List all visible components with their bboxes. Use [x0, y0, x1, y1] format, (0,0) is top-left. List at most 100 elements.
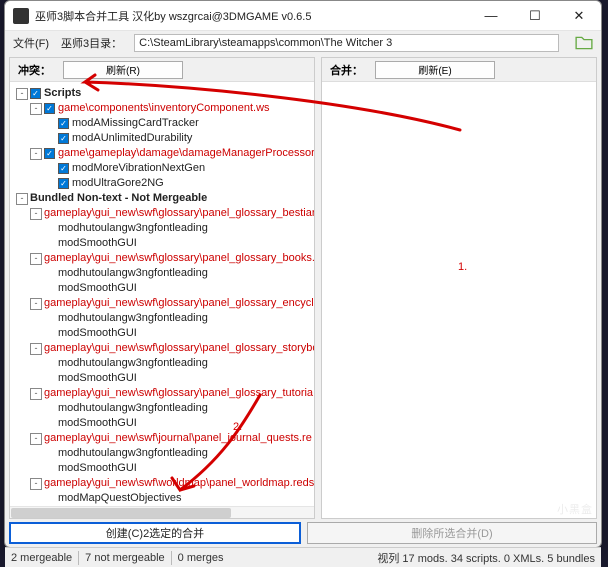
minimize-button[interactable]: — [469, 1, 513, 30]
tree-node[interactable]: -gameplay\gui_new\swf\glossary\panel_glo… [12, 251, 312, 266]
checkbox[interactable] [44, 148, 55, 159]
checkbox[interactable] [58, 133, 69, 144]
tree-node[interactable]: modhutoulangw3ngfontleading [12, 311, 312, 326]
expand-icon[interactable]: - [30, 253, 42, 265]
checkbox[interactable] [58, 163, 69, 174]
expand-icon [44, 328, 56, 340]
expand-icon[interactable]: - [30, 388, 42, 400]
tree-label: modhutoulangw3ngfontleading [58, 401, 208, 416]
status-bar: 2 mergeable 7 not mergeable 0 merges 视列 … [5, 547, 601, 567]
tree-label: gameplay\gui_new\swf\glossary\panel_glos… [44, 386, 313, 401]
merges-header: 合并： [330, 62, 363, 78]
expand-icon [44, 358, 56, 370]
expand-icon[interactable]: - [16, 88, 28, 100]
tree-node[interactable]: modUltraGore2NG [12, 176, 312, 191]
expand-icon[interactable]: - [30, 148, 42, 160]
tree-label: modSmoothGUI [58, 461, 137, 476]
checkbox[interactable] [58, 178, 69, 189]
tree-label: modAMissingCardTracker [72, 116, 199, 131]
tree-node[interactable]: modSmoothGUI [12, 416, 312, 431]
checkbox[interactable] [58, 118, 69, 129]
expand-icon [44, 313, 56, 325]
refresh-conflicts-button[interactable]: 刷新(R) [63, 61, 183, 79]
maximize-button[interactable]: ☐ [513, 1, 557, 30]
conflicts-tree[interactable]: -Scripts-game\components\inventoryCompon… [10, 82, 314, 506]
expand-icon[interactable]: - [30, 103, 42, 115]
tree-node[interactable]: modMapQuestObjectives [12, 491, 312, 506]
tree-node[interactable]: -gameplay\gui_new\swf\worldmap\panel_wor… [12, 476, 312, 491]
tree-node[interactable]: modSmoothGUI [12, 281, 312, 296]
tree-node[interactable]: modhutoulangw3ngfontleading [12, 401, 312, 416]
expand-icon[interactable]: - [30, 298, 42, 310]
expand-icon[interactable]: - [30, 478, 42, 490]
expand-icon [44, 403, 56, 415]
tree-node[interactable]: modSmoothGUI [12, 236, 312, 251]
app-icon [13, 8, 29, 24]
tree-node[interactable]: modhutoulangw3ngfontleading [12, 356, 312, 371]
delete-merge-button: 删除所选合并(D) [307, 522, 597, 544]
tree-node[interactable]: modSmoothGUI [12, 371, 312, 386]
merges-panel: 合并： 刷新(E) [321, 57, 597, 519]
tree-node[interactable]: modhutoulangw3ngfontleading [12, 266, 312, 281]
tree-node[interactable]: modSmoothGUI [12, 326, 312, 341]
close-button[interactable]: ✕ [557, 1, 601, 30]
tree-node[interactable]: modhutoulangw3ngfontleading [12, 446, 312, 461]
tree-node[interactable]: -gameplay\gui_new\swf\glossary\panel_glo… [12, 206, 312, 221]
conflicts-header: 冲突： [18, 62, 51, 78]
tree-label: gameplay\gui_new\swf\journal\panel_journ… [44, 431, 312, 446]
checkbox[interactable] [44, 103, 55, 114]
tree-label: Bundled Non-text - Not Mergeable [30, 191, 207, 206]
expand-icon[interactable]: - [16, 193, 28, 205]
tree-node[interactable]: -gameplay\gui_new\swf\journal\panel_jour… [12, 431, 312, 446]
create-merge-button[interactable]: 创建(C)2选定的合并 [9, 522, 301, 544]
expand-icon [44, 178, 56, 190]
status-merges: 0 merges [178, 552, 224, 564]
path-input[interactable]: C:\SteamLibrary\steamapps\common\The Wit… [134, 34, 559, 52]
tree-node[interactable]: modAMissingCardTracker [12, 116, 312, 131]
expand-icon[interactable]: - [30, 343, 42, 355]
expand-icon [44, 268, 56, 280]
tree-node[interactable]: modAUnlimitedDurability [12, 131, 312, 146]
tree-label: modAUnlimitedDurability [72, 131, 192, 146]
dir-label: 巫师3目录： [61, 35, 122, 51]
tree-label: modhutoulangw3ngfontleading [58, 266, 208, 281]
tree-node[interactable]: modMoreVibrationNextGen [12, 161, 312, 176]
tree-node[interactable]: - game\gameplay\damage\damageManagerProce… [12, 146, 312, 161]
tree-label: modUltraGore2NG [72, 176, 164, 191]
tree-label: modhutoulangw3ngfontleading [58, 311, 208, 326]
merges-tree[interactable] [322, 82, 596, 518]
refresh-merges-button[interactable]: 刷新(E) [375, 61, 495, 79]
tree-node[interactable]: -gameplay\gui_new\swf\glossary\panel_glo… [12, 296, 312, 311]
expand-icon[interactable]: - [30, 208, 42, 220]
tree-label: modMoreVibrationNextGen [72, 161, 205, 176]
status-not-mergeable: 7 not mergeable [85, 552, 165, 564]
menu-file[interactable]: 文件(F) [13, 35, 49, 51]
status-mergeable: 2 mergeable [11, 552, 72, 564]
expand-icon [44, 238, 56, 250]
titlebar: 巫师3脚本合并工具 汉化by wszgrcai@3DMGAME v0.6.5 —… [5, 1, 601, 31]
tree-node[interactable]: modhutoulangw3ngfontleading [12, 221, 312, 236]
tree-label: modhutoulangw3ngfontleading [58, 446, 208, 461]
conflicts-panel: 冲突： 刷新(R) -Scripts-game\components\inven… [9, 57, 315, 519]
tree-label: game\gameplay\damage\damageManagerProces… [58, 146, 314, 161]
menubar: 文件(F) 巫师3目录： C:\SteamLibrary\steamapps\c… [5, 31, 601, 55]
expand-icon [44, 163, 56, 175]
tree-label: modMapQuestObjectives [58, 491, 182, 506]
expand-icon [44, 493, 56, 505]
expand-icon [44, 223, 56, 235]
tree-node[interactable]: -gameplay\gui_new\swf\glossary\panel_glo… [12, 386, 312, 401]
tree-node[interactable]: -gameplay\gui_new\swf\glossary\panel_glo… [12, 341, 312, 356]
browse-folder-icon[interactable] [575, 35, 593, 51]
expand-icon[interactable]: - [30, 433, 42, 445]
tree-node[interactable]: modSmoothGUI [12, 461, 312, 476]
tree-node[interactable]: -Bundled Non-text - Not Mergeable [12, 191, 312, 206]
checkbox[interactable] [30, 88, 41, 99]
tree-node[interactable]: -Scripts [12, 86, 312, 101]
expand-icon [44, 463, 56, 475]
tree-label: modhutoulangw3ngfontleading [58, 221, 208, 236]
tree-label: modSmoothGUI [58, 326, 137, 341]
tree-label: gameplay\gui_new\swf\glossary\panel_glos… [44, 341, 314, 356]
horizontal-scrollbar[interactable] [10, 506, 314, 518]
tree-label: modSmoothGUI [58, 236, 137, 251]
tree-node[interactable]: -game\components\inventoryComponent.ws [12, 101, 312, 116]
